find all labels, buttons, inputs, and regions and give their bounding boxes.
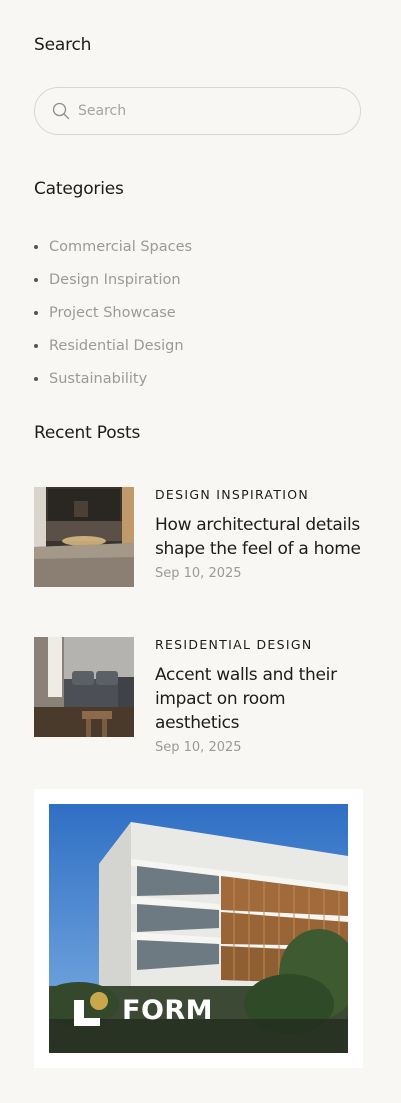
post-category[interactable]: DESIGN INSPIRATION: [155, 487, 365, 503]
category-item-commercial-spaces[interactable]: Commercial Spaces: [34, 230, 192, 263]
ad-banner[interactable]: FORM: [34, 789, 363, 1068]
ad-brand[interactable]: FORM: [74, 992, 213, 1028]
bullet-icon: [34, 343, 38, 348]
categories-list: Commercial Spaces Design Inspiration Pro…: [34, 230, 192, 395]
bullet-icon: [34, 244, 38, 249]
recent-posts-heading: Recent Posts: [34, 423, 141, 443]
brand-name: FORM: [122, 994, 214, 1026]
recent-post-item[interactable]: RESIDENTIAL DESIGN Accent walls and thei…: [34, 637, 365, 755]
category-label[interactable]: Commercial Spaces: [49, 239, 192, 255]
ad-building-image[interactable]: FORM: [49, 804, 348, 1053]
category-item-design-inspiration[interactable]: Design Inspiration: [34, 263, 192, 296]
category-item-residential-design[interactable]: Residential Design: [34, 329, 192, 362]
post-date: Sep 10, 2025: [155, 566, 242, 581]
search-box[interactable]: [34, 87, 361, 135]
search-input[interactable]: [78, 103, 318, 119]
search-icon: [52, 102, 70, 120]
category-label[interactable]: Project Showcase: [49, 305, 176, 321]
post-category[interactable]: RESIDENTIAL DESIGN: [155, 637, 365, 653]
category-label[interactable]: Design Inspiration: [49, 272, 181, 288]
form-logo-icon: [74, 992, 108, 1026]
category-label[interactable]: Residential Design: [49, 338, 184, 354]
bullet-icon: [34, 310, 38, 315]
category-label[interactable]: Sustainability: [49, 371, 147, 387]
post-thumbnail-kitchen[interactable]: [34, 487, 134, 587]
bullet-icon: [34, 376, 38, 381]
post-title[interactable]: Accent walls and their impact on room ae…: [155, 663, 365, 735]
bullet-icon: [34, 277, 38, 282]
recent-post-item[interactable]: DESIGN INSPIRATION How architectural det…: [34, 487, 364, 599]
post-title[interactable]: How architectural details shape the feel…: [155, 513, 365, 561]
category-item-project-showcase[interactable]: Project Showcase: [34, 296, 192, 329]
search-heading: Search: [34, 35, 92, 55]
post-date: Sep 10, 2025: [155, 740, 242, 755]
category-item-sustainability[interactable]: Sustainability: [34, 362, 192, 395]
categories-heading: Categories: [34, 179, 124, 199]
post-thumbnail-living-room[interactable]: [34, 637, 134, 737]
